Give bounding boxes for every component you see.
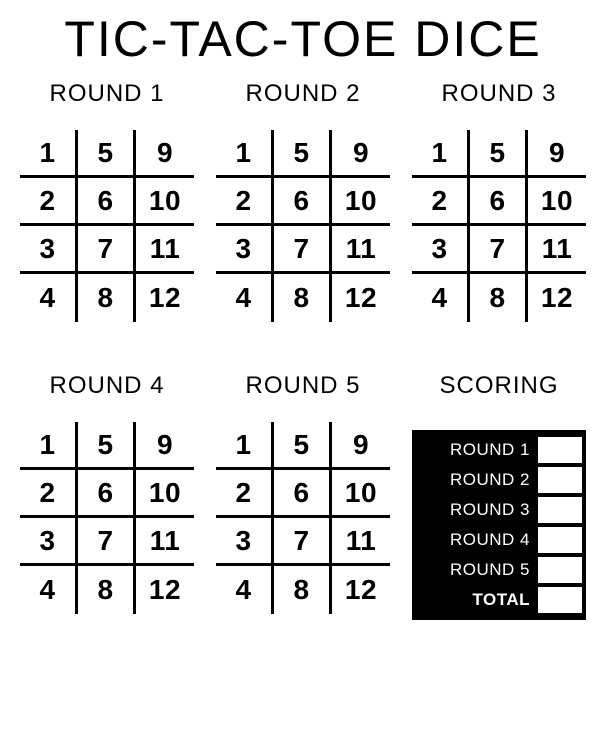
score-row-5: ROUND 5 [416,556,582,584]
board-cell[interactable]: 8 [274,566,332,614]
board-cell[interactable]: 4 [216,274,274,322]
round-1-board: ROUND 1 1 5 9 2 6 10 3 7 11 4 8 12 [20,80,194,322]
score-row-4: ROUND 4 [416,526,582,554]
board-cell[interactable]: 2 [216,470,274,518]
score-label: ROUND 5 [416,560,538,580]
board-cell[interactable]: 4 [216,566,274,614]
board-cell[interactable]: 12 [136,274,194,322]
board-cell[interactable]: 1 [216,130,274,178]
scoring-panel: SCORING ROUND 1 ROUND 2 ROUND 3 ROUND 4 [412,372,586,620]
score-input-5[interactable] [538,557,582,583]
board-cell[interactable]: 8 [470,274,528,322]
round-4-grid: 1 5 9 2 6 10 3 7 11 4 8 12 [20,422,194,614]
board-cell[interactable]: 7 [78,226,136,274]
board-cell[interactable]: 9 [136,130,194,178]
board-cell[interactable]: 2 [20,470,78,518]
board-cell[interactable]: 12 [136,566,194,614]
board-cell[interactable]: 2 [20,178,78,226]
score-input-1[interactable] [538,437,582,463]
board-cell[interactable]: 10 [332,470,390,518]
score-input-4[interactable] [538,527,582,553]
scoring-heading: SCORING [412,372,586,400]
round-3-grid: 1 5 9 2 6 10 3 7 11 4 8 12 [412,130,586,322]
board-cell[interactable]: 11 [136,226,194,274]
board-cell[interactable]: 10 [332,178,390,226]
round-5-heading: ROUND 5 [216,372,390,400]
board-cell[interactable]: 7 [78,518,136,566]
board-cell[interactable]: 11 [332,518,390,566]
round-3-heading: ROUND 3 [412,80,586,108]
board-cell[interactable]: 6 [470,178,528,226]
board-cell[interactable]: 11 [528,226,586,274]
round-5-grid: 1 5 9 2 6 10 3 7 11 4 8 12 [216,422,390,614]
round-4-heading: ROUND 4 [20,372,194,400]
board-cell[interactable]: 3 [216,518,274,566]
round-4-board: ROUND 4 1 5 9 2 6 10 3 7 11 4 8 12 [20,372,194,620]
board-cell[interactable]: 10 [136,178,194,226]
board-cell[interactable]: 3 [412,226,470,274]
board-cell[interactable]: 8 [274,274,332,322]
board-cell[interactable]: 11 [136,518,194,566]
board-cell[interactable]: 2 [216,178,274,226]
round-2-grid: 1 5 9 2 6 10 3 7 11 4 8 12 [216,130,390,322]
score-label: ROUND 1 [416,440,538,460]
board-cell[interactable]: 7 [274,226,332,274]
board-cell[interactable]: 8 [78,274,136,322]
game-title: TIC-TAC-TOE DICE [20,10,586,68]
board-cell[interactable]: 6 [78,178,136,226]
board-cell[interactable]: 5 [78,422,136,470]
round-1-grid: 1 5 9 2 6 10 3 7 11 4 8 12 [20,130,194,322]
board-cell[interactable]: 4 [412,274,470,322]
score-row-2: ROUND 2 [416,466,582,494]
score-input-3[interactable] [538,497,582,523]
scoring-box: ROUND 1 ROUND 2 ROUND 3 ROUND 4 ROUND 5 [412,430,586,620]
round-3-board: ROUND 3 1 5 9 2 6 10 3 7 11 4 8 12 [412,80,586,322]
board-cell[interactable]: 1 [20,130,78,178]
board-cell[interactable]: 3 [20,226,78,274]
board-cell[interactable]: 10 [136,470,194,518]
board-cell[interactable]: 9 [528,130,586,178]
round-5-board: ROUND 5 1 5 9 2 6 10 3 7 11 4 8 12 [216,372,390,620]
board-cell[interactable]: 7 [274,518,332,566]
board-cell[interactable]: 9 [332,422,390,470]
board-cell[interactable]: 12 [332,274,390,322]
board-cell[interactable]: 7 [470,226,528,274]
score-input-total[interactable] [538,587,582,613]
board-cell[interactable]: 3 [216,226,274,274]
boards-container: ROUND 1 1 5 9 2 6 10 3 7 11 4 8 12 ROUND… [20,80,586,620]
round-1-heading: ROUND 1 [20,80,194,108]
board-cell[interactable]: 4 [20,274,78,322]
board-cell[interactable]: 5 [78,130,136,178]
board-cell[interactable]: 2 [412,178,470,226]
board-cell[interactable]: 4 [20,566,78,614]
round-2-board: ROUND 2 1 5 9 2 6 10 3 7 11 4 8 12 [216,80,390,322]
board-cell[interactable]: 5 [470,130,528,178]
scoresheet-page: TIC-TAC-TOE DICE ROUND 1 1 5 9 2 6 10 3 … [0,0,606,741]
board-cell[interactable]: 8 [78,566,136,614]
score-row-3: ROUND 3 [416,496,582,524]
board-cell[interactable]: 5 [274,422,332,470]
score-input-2[interactable] [538,467,582,493]
board-cell[interactable]: 1 [412,130,470,178]
score-label: ROUND 4 [416,530,538,550]
board-cell[interactable]: 11 [332,226,390,274]
board-cell[interactable]: 12 [332,566,390,614]
board-cell[interactable]: 6 [274,470,332,518]
round-2-heading: ROUND 2 [216,80,390,108]
board-cell[interactable]: 6 [274,178,332,226]
score-row-1: ROUND 1 [416,436,582,464]
board-cell[interactable]: 1 [216,422,274,470]
board-cell[interactable]: 12 [528,274,586,322]
score-label: ROUND 2 [416,470,538,490]
board-cell[interactable]: 5 [274,130,332,178]
board-cell[interactable]: 1 [20,422,78,470]
board-cell[interactable]: 9 [332,130,390,178]
board-cell[interactable]: 9 [136,422,194,470]
board-cell[interactable]: 3 [20,518,78,566]
score-label: ROUND 3 [416,500,538,520]
board-cell[interactable]: 10 [528,178,586,226]
score-row-total: TOTAL [416,586,582,614]
board-cell[interactable]: 6 [78,470,136,518]
score-label-total: TOTAL [416,590,538,610]
